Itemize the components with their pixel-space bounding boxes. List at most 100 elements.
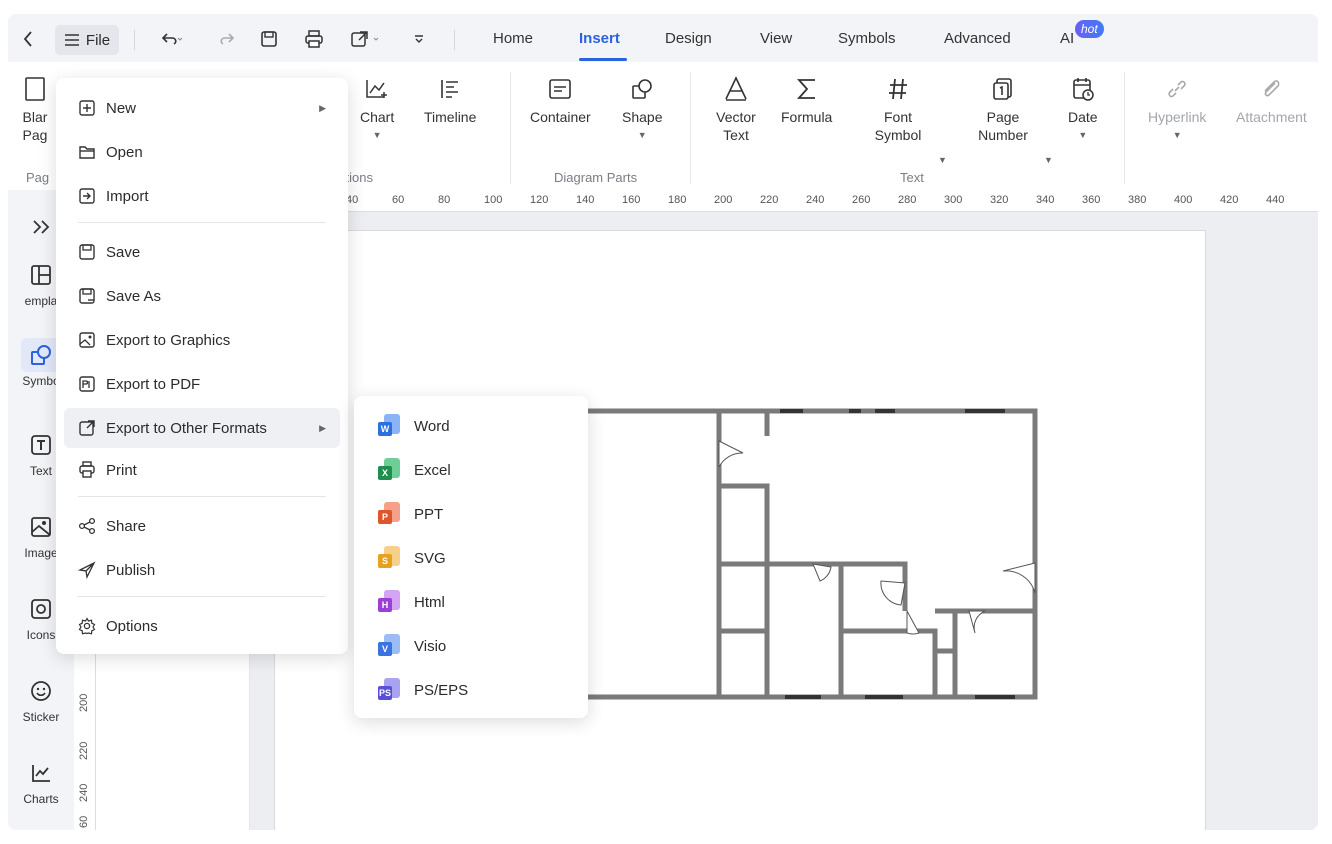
menu-label: Save As: [106, 287, 162, 305]
export-pdf-icon: [79, 376, 95, 392]
page-number-button[interactable]: Page Number: [970, 74, 1036, 144]
hyperlink-button[interactable]: Hyperlink ▼: [1148, 74, 1206, 144]
undo-icon[interactable]: [160, 26, 182, 52]
submenu-label: SVG: [414, 549, 446, 567]
menu-item-publish[interactable]: Publish: [64, 550, 340, 590]
menu-item-share[interactable]: Share: [64, 506, 340, 546]
chevron-right-icon: ▶: [319, 102, 326, 113]
date-label: Date: [1068, 109, 1098, 125]
menu-divider: [78, 496, 326, 497]
menu-item-save[interactable]: Save: [64, 232, 340, 272]
shape-button[interactable]: Shape ▼: [622, 74, 662, 144]
submenu-item-html[interactable]: H Html: [362, 582, 580, 622]
rail-sticker[interactable]: Sticker: [8, 674, 74, 724]
group-label-page: Pag: [26, 170, 50, 185]
menu-label: Share: [106, 517, 147, 535]
menu-item-print[interactable]: Print: [64, 450, 340, 490]
menu-item-export-other[interactable]: Export to Other Formats ▶: [64, 408, 340, 448]
submenu-item-visio[interactable]: V Visio: [362, 626, 580, 666]
menu-label: Publish: [106, 561, 156, 579]
rail-label: Sticker: [22, 710, 60, 724]
submenu-item-pseps[interactable]: PS PS/EPS: [362, 670, 580, 710]
sigma-icon: [796, 74, 818, 104]
chart-icon: [364, 74, 390, 104]
horizontal-ruler: 40 60 80 100 120 140 160 180 200 220 240 260 280 300 3…: [250, 190, 1318, 212]
container-button[interactable]: Container: [530, 74, 591, 126]
tab-view[interactable]: View: [760, 14, 792, 62]
container-label: Container: [530, 109, 591, 125]
app-window: File Home Insert Design View Symbols Adv…: [8, 14, 1318, 830]
export-icon: [79, 420, 95, 436]
file-menu-button[interactable]: File: [55, 25, 119, 55]
gear-icon: [78, 617, 96, 635]
ruler-tick: 120: [530, 194, 549, 206]
more-icon[interactable]: [413, 26, 425, 52]
rail-label: Icons: [26, 628, 56, 642]
chevron-down-icon: ▼: [372, 130, 382, 140]
chevron-down-icon: ▼: [1044, 155, 1053, 165]
active-tab-indicator: [579, 58, 627, 61]
font-symbol-button[interactable]: Font Symbol: [870, 74, 926, 144]
ruler-tick: 340: [1036, 194, 1055, 206]
save-as-icon: [79, 288, 95, 304]
rail-charts[interactable]: Charts: [8, 756, 74, 806]
tab-design[interactable]: Design: [665, 14, 712, 62]
tab-advanced[interactable]: Advanced: [944, 14, 1011, 62]
menu-item-export-pdf[interactable]: Export to PDF: [64, 364, 340, 404]
share-icon: [78, 517, 96, 535]
menu-item-open[interactable]: Open: [64, 132, 340, 172]
ruler-tick: 360: [1082, 194, 1101, 206]
menu-label: Export to PDF: [106, 375, 201, 393]
ruler-tick: 60: [392, 194, 405, 206]
attachment-button[interactable]: Attachment: [1236, 74, 1307, 126]
ruler-tick: 80: [438, 194, 451, 206]
redo-icon[interactable]: [218, 26, 236, 52]
timeline-button[interactable]: Timeline: [424, 74, 476, 126]
ruler-tick: 100: [484, 194, 503, 206]
menu-item-options[interactable]: Options: [64, 606, 340, 646]
menu-label: New: [106, 99, 137, 117]
menu-item-save-as[interactable]: Save As: [64, 276, 340, 316]
blank-page-button[interactable]: Blar Pag: [22, 74, 48, 144]
print-icon[interactable]: [304, 26, 324, 52]
submenu-label: PPT: [414, 505, 444, 523]
font-symbol-label: Font Symbol: [874, 109, 922, 143]
chart-button[interactable]: Chart ▼: [360, 74, 394, 144]
blank-page-icon: [24, 74, 46, 104]
submenu-label: PS/EPS: [414, 681, 469, 699]
submenu-item-word[interactable]: W Word: [362, 406, 580, 446]
calendar-icon: [1071, 74, 1095, 104]
charts-icon: [21, 756, 61, 790]
sticker-icon: [21, 674, 61, 708]
formula-button[interactable]: Formula: [781, 74, 832, 126]
menu-item-new[interactable]: New ▶: [64, 88, 340, 128]
submenu-item-excel[interactable]: X Excel: [362, 450, 580, 490]
visio-file-icon: V: [378, 634, 400, 658]
export-icon[interactable]: [350, 26, 382, 52]
menu-item-export-graphics[interactable]: Export to Graphics: [64, 320, 340, 360]
vector-text-button[interactable]: Vector Text: [716, 74, 756, 144]
tab-ai[interactable]: AI: [1060, 14, 1074, 62]
send-icon: [78, 561, 96, 579]
text-icon: [21, 428, 61, 462]
submenu-item-svg[interactable]: S SVG: [362, 538, 580, 578]
export-formats-submenu: W Word X Excel P PPT S SVG H Html V Visio PS PS/EPS: [354, 396, 588, 718]
shape-icon: [630, 74, 654, 104]
save-icon[interactable]: [260, 26, 278, 52]
date-button[interactable]: Date ▼: [1068, 74, 1098, 144]
tab-symbols[interactable]: Symbols: [838, 14, 896, 62]
menu-label: Options: [106, 617, 158, 635]
ruler-tick: 260: [852, 194, 871, 206]
menu-item-import[interactable]: Import: [64, 176, 340, 216]
ruler-tick: 280: [898, 194, 917, 206]
ppt-file-icon: P: [378, 502, 400, 526]
paperclip-icon: [1259, 74, 1283, 104]
tab-home[interactable]: Home: [493, 14, 533, 62]
ruler-tick: 200: [714, 194, 733, 206]
submenu-item-ppt[interactable]: P PPT: [362, 494, 580, 534]
chevron-right-icon: ▶: [319, 422, 326, 433]
back-icon[interactable]: [22, 26, 34, 52]
ruler-tick: 400: [1174, 194, 1193, 206]
tab-insert[interactable]: Insert: [579, 14, 620, 62]
chevron-down-icon: ▼: [938, 155, 947, 165]
